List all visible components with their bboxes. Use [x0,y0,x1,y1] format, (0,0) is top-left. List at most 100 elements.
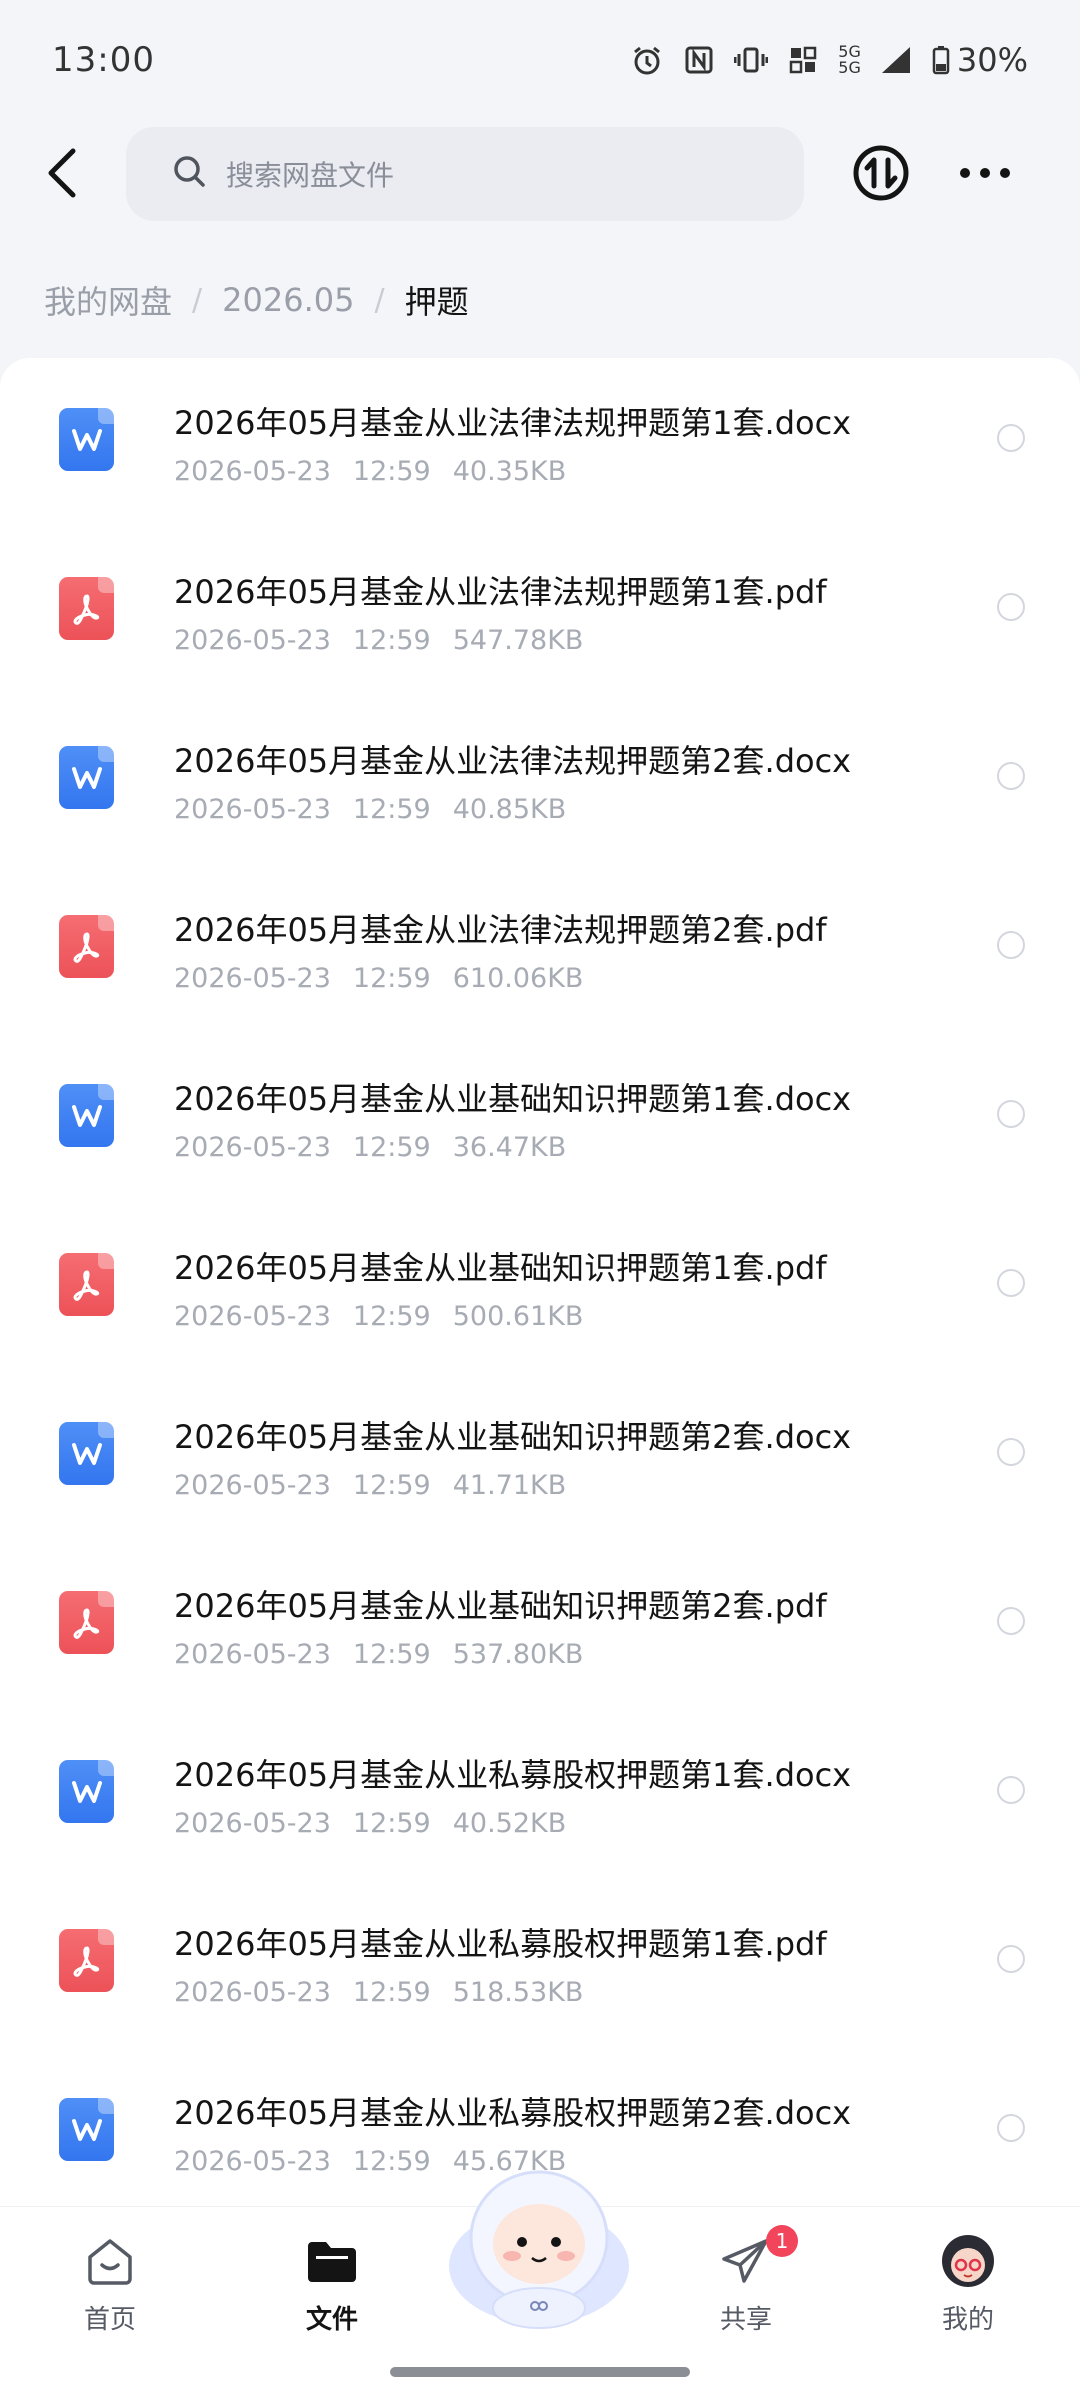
file-meta: 2026-05-23 12:59 537.80KB [174,1639,605,1670]
file-time: 12:59 [352,963,431,994]
network-label-2: 5G [838,58,861,77]
file-meta: 2026-05-23 12:59 500.61KB [174,1301,605,1332]
file-size: 41.71KB [452,1470,567,1501]
battery-icon [931,43,951,77]
file-name: 2026年05月基金从业法律法规押题第2套.docx [174,742,852,780]
alarm-icon [630,43,664,77]
file-row[interactable]: 2026年05月基金从业基础知识押题第1套.docx 2026-05-23 12:5… [0,1052,1080,1221]
battery-percent: 30% [956,41,1028,79]
chevron-left-icon [48,148,76,198]
file-name: 2026年05月基金从业法律法规押题第1套.docx [174,404,852,442]
word-file-icon [59,408,114,471]
file-row[interactable]: 2026年05月基金从业私募股权押题第1套.docx 2026-05-23 12:5… [0,1728,1080,1897]
more-dots-icon [960,168,1010,178]
vibrate-icon [734,43,769,77]
word-file-icon [59,1760,114,1823]
select-radio[interactable] [997,762,1025,790]
file-row[interactable]: 2026年05月基金从业基础知识押题第2套.docx 2026-05-23 12:5… [0,1390,1080,1559]
file-time: 12:59 [352,1977,431,2008]
file-list: 2026年05月基金从业法律法规押题第1套.docx 2026-05-23 12:5… [0,358,1080,2206]
file-meta: 2026-05-23 12:59 518.53KB [174,1977,605,2008]
file-meta: 2026-05-23 12:59 40.52KB [174,1808,588,1839]
word-file-icon [59,1084,114,1147]
file-name: 2026年05月基金从业基础知识押题第1套.pdf [174,1249,827,1287]
select-radio[interactable] [997,1945,1025,1973]
breadcrumb-separator: / [192,282,203,318]
file-name: 2026年05月基金从业私募股权押题第1套.docx [174,1756,852,1794]
file-row[interactable]: 2026年05月基金从业私募股权押题第1套.pdf 2026-05-23 12:59… [0,1897,1080,2066]
select-radio[interactable] [997,424,1025,452]
file-name: 2026年05月基金从业私募股权押题第2套.docx [174,2094,852,2132]
file-date: 2026-05-23 [174,1132,331,1163]
nav-home[interactable]: 首页 [40,2207,180,2357]
file-row[interactable]: 2026年05月基金从业基础知识押题第2套.pdf 2026-05-23 12:59… [0,1559,1080,1728]
breadcrumb-root[interactable]: 我的网盘 [44,277,172,323]
word-file-icon [59,2098,114,2161]
signal-icon [879,43,913,77]
mascot-icon [449,2170,629,2329]
select-radio[interactable] [997,593,1025,621]
file-size: 537.80KB [452,1639,584,1670]
breadcrumb-folder[interactable]: 2026.05 [222,281,354,319]
search-placeholder: 搜索网盘文件 [226,159,395,192]
nav-share[interactable]: 1 共享 [676,2207,816,2357]
assistant-mascot-button[interactable] [444,2158,634,2333]
select-radio[interactable] [997,1776,1025,1804]
nav-me[interactable]: 我的 [898,2207,1038,2357]
transfer-icon [853,145,909,201]
header: 搜索网盘文件 [0,120,1080,226]
file-name: 2026年05月基金从业法律法规押题第1套.pdf [174,573,827,611]
file-size: 500.61KB [452,1301,584,1332]
file-date: 2026-05-23 [174,456,331,487]
file-time: 12:59 [352,1132,431,1163]
select-radio[interactable] [997,1607,1025,1635]
word-file-icon [59,1422,114,1485]
file-size: 547.78KB [452,625,584,656]
breadcrumb: 我的网盘 / 2026.05 / 押题 [44,270,469,330]
file-time: 12:59 [352,1470,431,1501]
avatar [940,2233,996,2289]
search-icon [172,154,208,194]
file-time: 12:59 [352,1301,431,1332]
select-radio[interactable] [997,1100,1025,1128]
file-meta: 2026-05-23 12:59 41.71KB [174,1470,588,1501]
pdf-file-icon [59,1591,114,1654]
nav-files-label: 文件 [305,2305,358,2335]
file-row[interactable]: 2026年05月基金从业基础知识押题第1套.pdf 2026-05-23 12:59… [0,1221,1080,1390]
nav-files[interactable]: 文件 [262,2207,402,2357]
nav-share-label: 共享 [719,2305,772,2335]
file-meta: 2026-05-23 12:59 610.06KB [174,963,605,994]
select-radio[interactable] [997,931,1025,959]
file-date: 2026-05-23 [174,2146,331,2177]
file-row[interactable]: 2026年05月基金从业法律法规押题第2套.docx 2026-05-23 12:5… [0,714,1080,883]
file-row[interactable]: 2026年05月基金从业法律法规押题第2套.pdf 2026-05-23 12:59… [0,883,1080,1052]
pdf-file-icon [59,1929,114,1992]
select-radio[interactable] [997,1269,1025,1297]
search-input[interactable]: 搜索网盘文件 [126,127,804,221]
network-5g-icon: 5G 5G [838,43,861,77]
folder-icon [304,2233,360,2289]
nav-me-label: 我的 [941,2305,994,2335]
file-name: 2026年05月基金从业私募股权押题第1套.pdf [174,1925,827,1963]
file-time: 12:59 [352,2146,431,2177]
file-size: 40.35KB [452,456,567,487]
file-size: 610.06KB [452,963,584,994]
more-button[interactable] [950,140,1020,206]
pdf-file-icon [59,1253,114,1316]
word-file-icon [59,746,114,809]
file-time: 12:59 [352,1639,431,1670]
breadcrumb-separator: / [374,282,385,318]
transfer-list-button[interactable] [848,140,914,206]
file-row[interactable]: 2026年05月基金从业法律法规押题第1套.docx 2026-05-23 12:5… [0,376,1080,545]
back-button[interactable] [30,140,96,206]
home-icon [82,2233,138,2289]
home-indicator [390,2367,690,2377]
file-date: 2026-05-23 [174,1977,331,2008]
file-size: 36.47KB [452,1132,567,1163]
select-radio[interactable] [997,1438,1025,1466]
select-radio[interactable] [997,2114,1025,2142]
file-name: 2026年05月基金从业基础知识押题第1套.docx [174,1080,852,1118]
share-badge: 1 [766,2225,798,2257]
file-row[interactable]: 2026年05月基金从业法律法规押题第1套.pdf 2026-05-23 12:59… [0,545,1080,714]
status-bar: 13:00 5G 5G 30% [0,0,1080,120]
